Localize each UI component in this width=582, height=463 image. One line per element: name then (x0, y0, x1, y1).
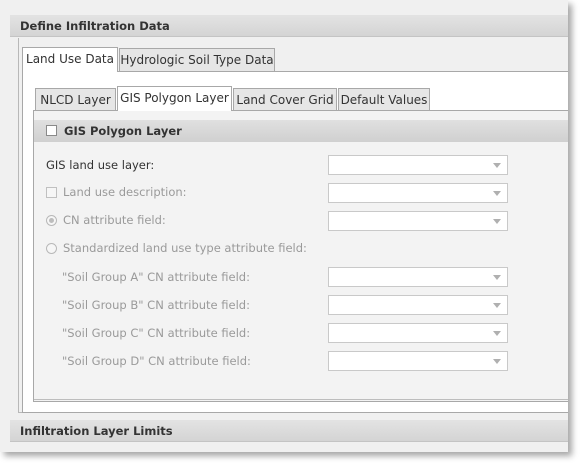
tab-hydrologic-soil-type-data[interactable]: Hydrologic Soil Type Data (119, 48, 275, 71)
tab-default-values-label: Default Values (340, 93, 428, 107)
soil-group-d-dropdown[interactable] (328, 351, 508, 371)
gis-land-use-layer-label: GIS land use layer: (46, 158, 155, 172)
tab-gis-polygon-layer[interactable]: GIS Polygon Layer (117, 86, 232, 111)
gis-polygon-group-header: GIS Polygon Layer (34, 120, 568, 142)
soil-group-a-dropdown[interactable] (328, 267, 508, 287)
soil-group-b-dropdown[interactable] (328, 295, 508, 315)
cn-attribute-label: CN attribute field: (63, 213, 166, 227)
tab-gis-polygon-layer-label: GIS Polygon Layer (120, 91, 229, 105)
soil-group-c-dropdown[interactable] (328, 323, 508, 343)
tab-land-use-data[interactable]: Land Use Data (22, 47, 118, 72)
soil-group-b-label: "Soil Group B" CN attribute field: (62, 298, 250, 312)
chevron-down-icon (493, 163, 501, 168)
tab-hydrologic-soil-type-data-label: Hydrologic Soil Type Data (120, 53, 274, 67)
infiltration-data-title: Define Infiltration Data (20, 19, 170, 33)
tab-default-values[interactable]: Default Values (338, 88, 430, 111)
gis-land-use-layer-dropdown[interactable] (328, 155, 508, 175)
soil-group-c-label: "Soil Group C" CN attribute field: (62, 326, 251, 340)
chevron-down-icon (493, 275, 501, 280)
cn-attribute-dropdown[interactable] (328, 211, 508, 231)
chevron-down-icon (493, 219, 501, 224)
infiltration-layer-limits-title: Infiltration Layer Limits (20, 424, 173, 438)
standardized-land-use-radio[interactable] (46, 243, 57, 254)
panel-separator (34, 399, 568, 400)
land-use-description-label: Land use description: (63, 185, 187, 199)
gis-polygon-enable-checkbox[interactable] (46, 125, 57, 136)
infiltration-data-header[interactable]: Define Infiltration Data (10, 15, 568, 37)
land-use-description-checkbox[interactable] (46, 187, 57, 198)
tab-land-cover-grid[interactable]: Land Cover Grid (233, 88, 337, 111)
infiltration-layer-limits-header[interactable]: Infiltration Layer Limits (10, 420, 568, 442)
tab-nlcd-layer-label: NLCD Layer (40, 93, 111, 107)
gis-polygon-enable-label: GIS Polygon Layer (64, 124, 182, 138)
soil-group-a-label: "Soil Group A" CN attribute field: (62, 270, 250, 284)
cn-attribute-radio[interactable] (46, 215, 57, 226)
tab-land-cover-grid-label: Land Cover Grid (236, 93, 334, 107)
soil-group-d-label: "Soil Group D" CN attribute field: (62, 354, 251, 368)
chevron-down-icon (493, 191, 501, 196)
chevron-down-icon (493, 331, 501, 336)
infiltration-window: Define Infiltration Data Land Use Data H… (0, 0, 568, 452)
tab-nlcd-layer[interactable]: NLCD Layer (35, 88, 116, 111)
land-use-description-dropdown[interactable] (328, 183, 508, 203)
chevron-down-icon (493, 303, 501, 308)
chevron-down-icon (493, 359, 501, 364)
tab-land-use-data-label: Land Use Data (26, 52, 114, 66)
standardized-land-use-label: Standardized land use type attribute fie… (63, 241, 307, 255)
